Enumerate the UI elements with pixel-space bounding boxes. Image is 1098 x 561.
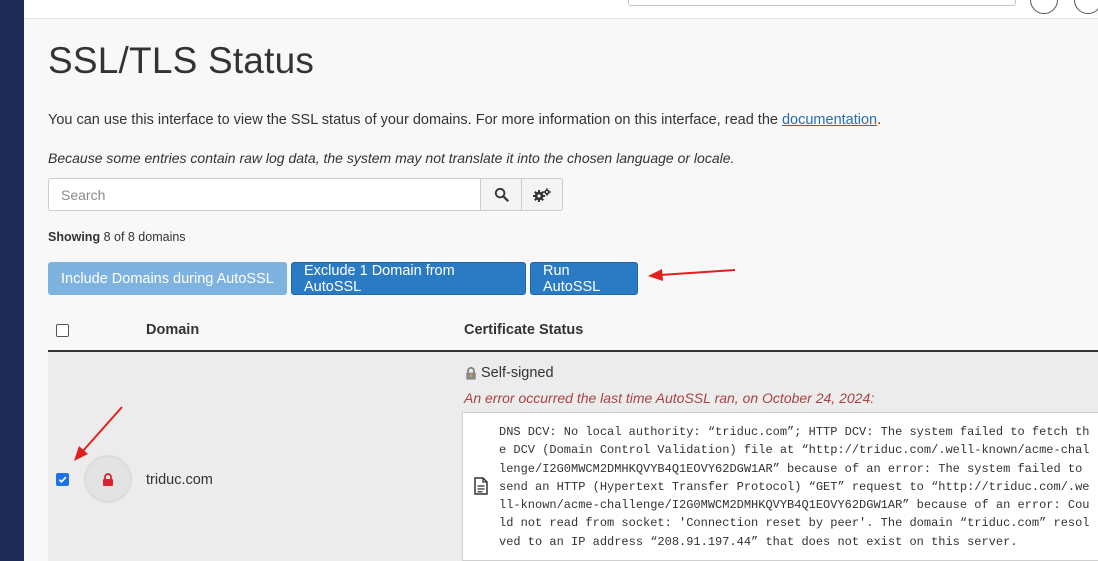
top-notification-icon[interactable] [1074,0,1098,14]
search-icon [494,187,509,202]
row-checkbox[interactable] [56,473,69,486]
autossl-error-message: An error occurred the last time AutoSSL … [464,390,875,406]
showing-label: Showing [48,230,101,244]
padlock-icon [466,367,476,380]
domain-name: triduc.com [146,472,213,488]
search-button[interactable] [481,178,522,211]
showing-count: Showing 8 of 8 domains [48,230,186,244]
include-domains-button[interactable]: Include Domains during AutoSSL [48,262,287,295]
error-log-box: DNS DCV: No local authority: “triduc.com… [462,412,1098,561]
gears-icon [533,187,551,202]
error-log-text: DNS DCV: No local authority: “triduc.com… [499,425,1090,549]
lock-status-icon [84,455,132,503]
language-note: Because some entries contain raw log dat… [48,150,735,166]
documentation-link[interactable]: documentation [782,112,877,128]
domain-column-header[interactable]: Domain [146,322,199,338]
search-group [48,178,563,211]
intro-text: You can use this interface to view the S… [48,112,881,128]
select-all-checkbox[interactable] [56,324,69,337]
lock-icon [103,472,113,486]
page-title: SSL/TLS Status [48,40,315,81]
annotation-arrow-run-autossl [648,269,736,281]
document-icon [474,477,488,495]
top-search-input[interactable] [628,0,1016,6]
certificate-status-text: Self-signed [481,365,554,381]
top-user-icon[interactable] [1030,0,1058,14]
exclude-domain-button[interactable]: Exclude 1 Domain from AutoSSL [291,262,526,295]
run-autossl-button[interactable]: Run AutoSSL [530,262,638,295]
certificate-status-column-header[interactable]: Certificate Status [464,322,583,338]
showing-count-value: 8 of 8 domains [103,230,186,244]
checkmark-icon [58,476,67,484]
certificate-status: Self-signed [464,365,554,381]
settings-button[interactable] [522,178,563,211]
intro-text-body: You can use this interface to view the S… [48,112,782,128]
top-bar [24,0,1098,19]
search-input[interactable] [48,178,481,211]
left-sidebar [0,0,24,561]
intro-text-end: . [877,112,882,128]
